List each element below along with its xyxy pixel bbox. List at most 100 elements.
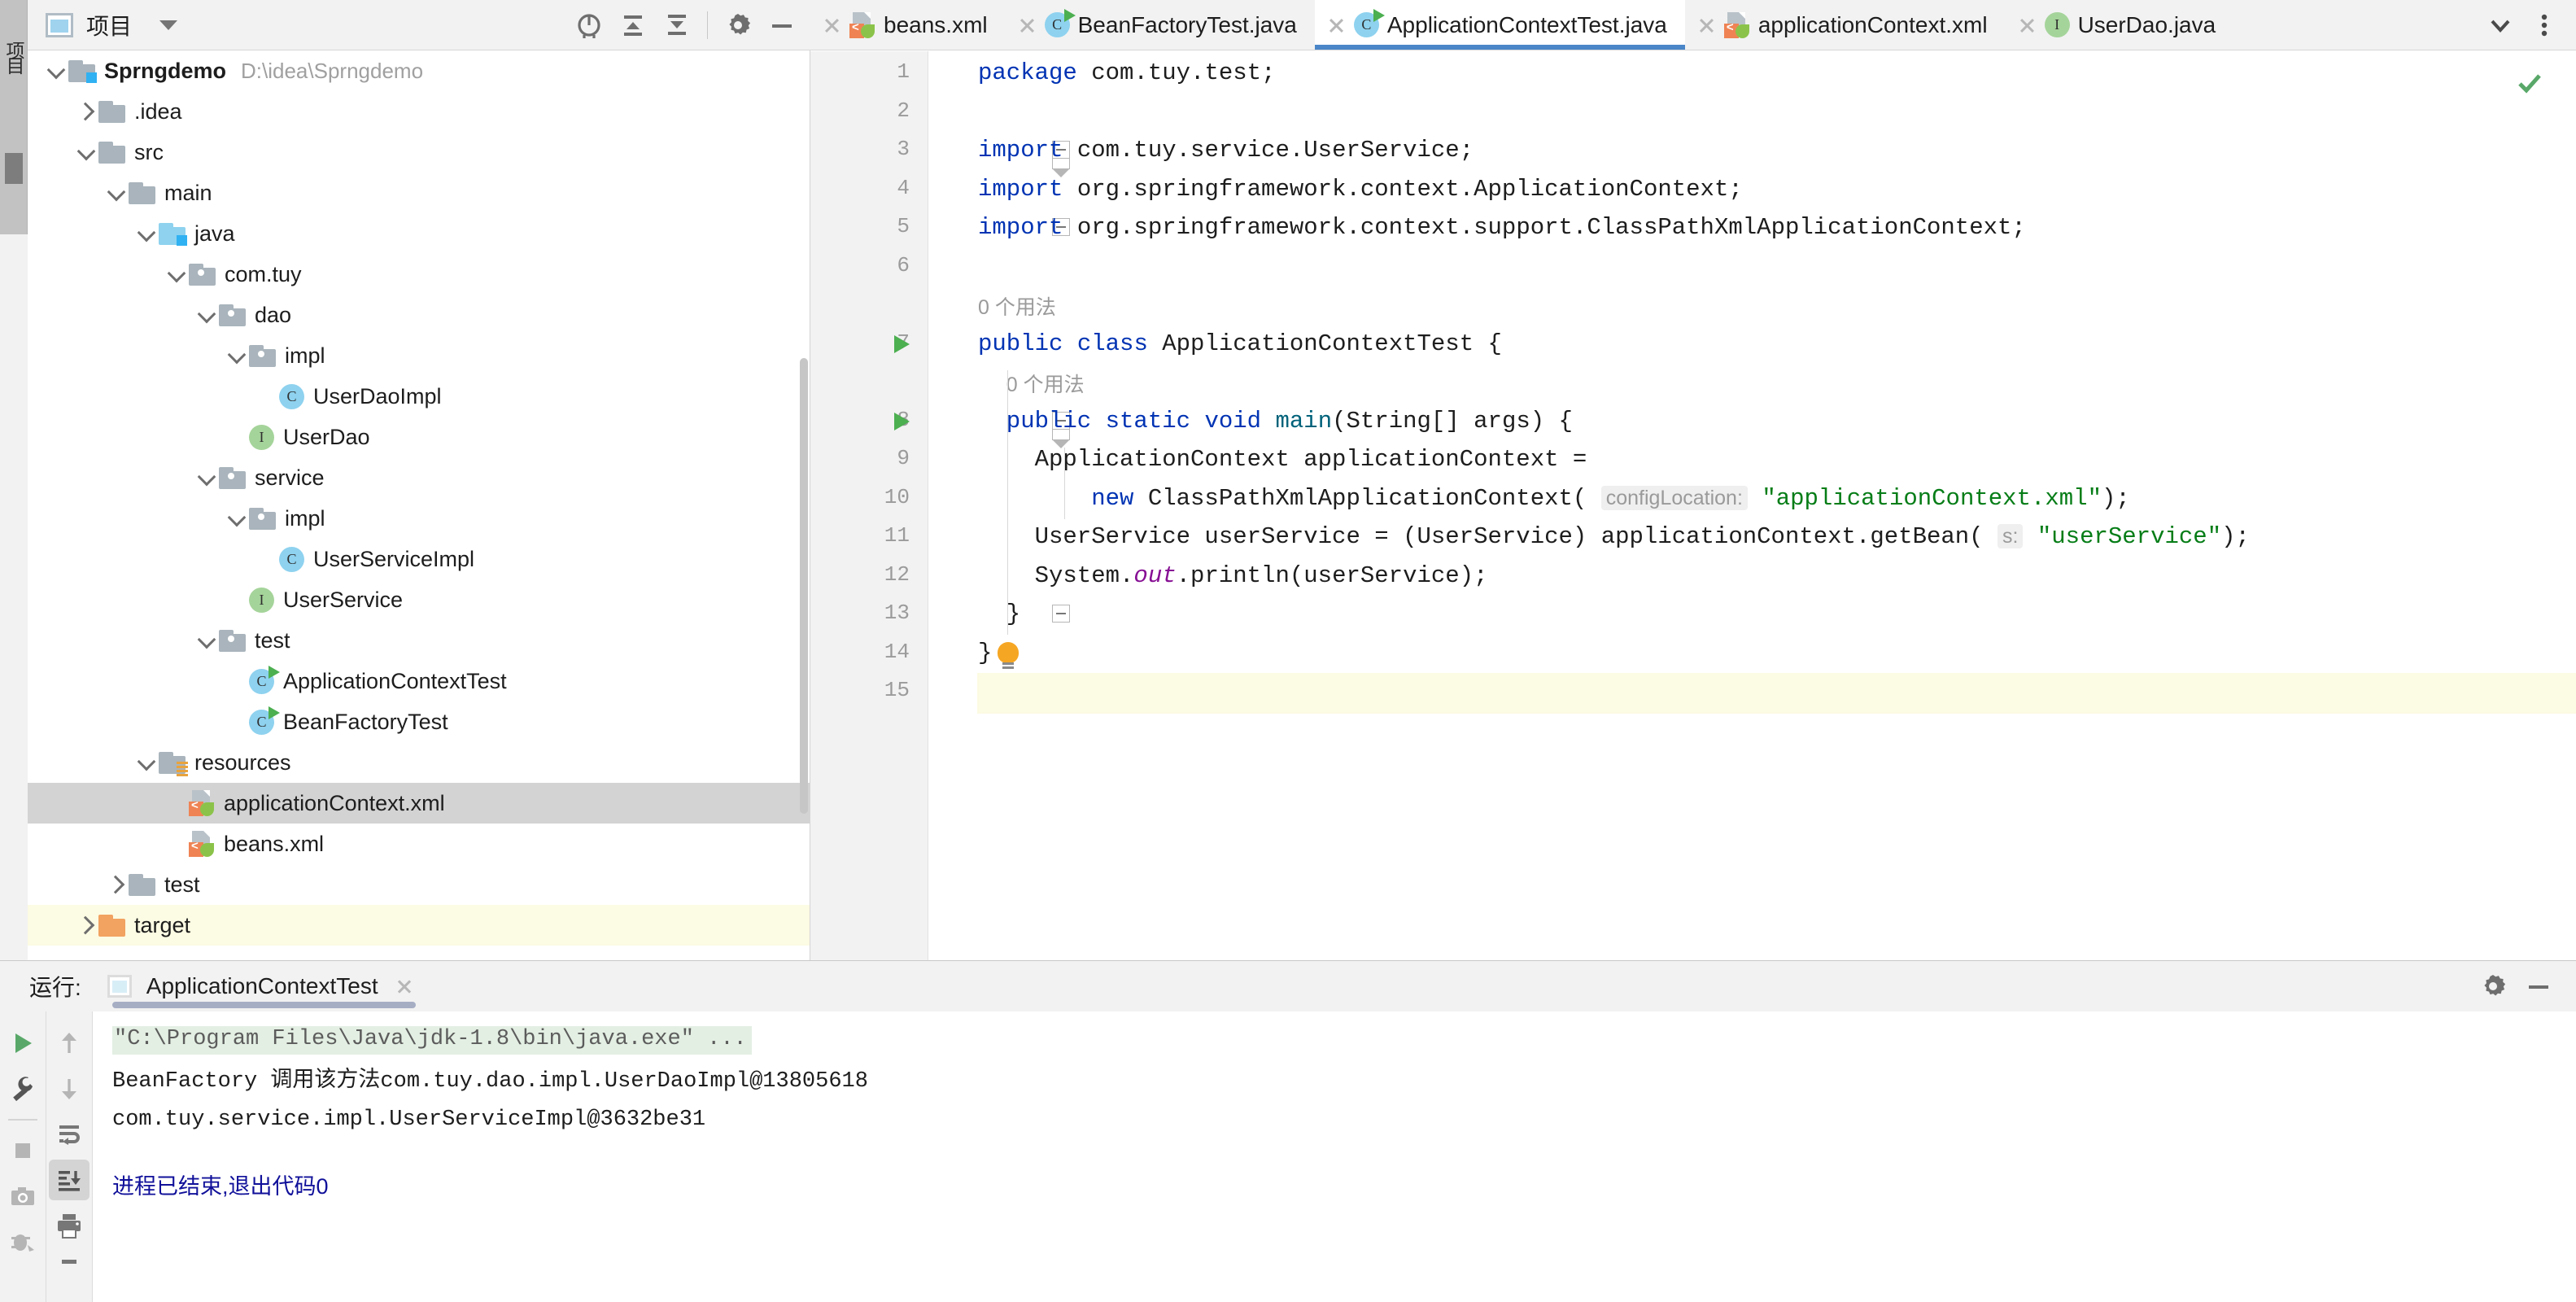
- tree-row-label: test: [255, 627, 290, 653]
- tree-row-applicationcontexttest[interactable]: C ApplicationContextTest: [28, 661, 810, 701]
- folder-source-icon: [159, 222, 187, 246]
- console-line-normal: BeanFactory 调用该方法com.tuy.dao.impl.UserDa…: [112, 1069, 868, 1094]
- code-line-14: }: [978, 639, 993, 666]
- tool-strip-knob[interactable]: [5, 153, 23, 184]
- editor-fold-gutter[interactable]: [928, 51, 1070, 960]
- chevron-right-icon[interactable]: [106, 873, 129, 896]
- editor-gutter[interactable]: 1 2 3 4 5 6 7 8 9 10 11 12 13 14 15: [810, 51, 928, 960]
- project-tool-window-button[interactable]: 项目: [0, 3, 28, 109]
- debug-icon[interactable]: [2, 1221, 43, 1262]
- minimize-icon[interactable]: [2516, 963, 2561, 1009]
- close-icon[interactable]: [388, 970, 421, 1003]
- tree-row-dao[interactable]: dao: [28, 295, 810, 335]
- run-icon[interactable]: [2, 1023, 43, 1064]
- chevron-right-icon[interactable]: [76, 100, 98, 123]
- tree-row-test[interactable]: test: [28, 864, 810, 905]
- chevron-down-icon[interactable]: [106, 181, 129, 204]
- chevron-right-icon[interactable]: [76, 914, 98, 937]
- tree-row-service[interactable]: service: [28, 457, 810, 498]
- settings-gear-icon[interactable]: [716, 3, 760, 47]
- project-tree[interactable]: Sprngdemo D:\idea\Sprngdemo .idea src main ja…: [28, 50, 810, 960]
- keyword-public: public: [978, 330, 1063, 357]
- keyword-package: package: [978, 59, 1077, 86]
- tree-row-resources[interactable]: resources: [28, 742, 810, 783]
- code-text[interactable]: package com.tuy.test; import com.tuy.serv…: [978, 51, 2576, 960]
- run-console-output[interactable]: "C:\Program Files\Java\jdk-1.8\bin\java.…: [93, 1011, 2576, 1302]
- intention-bulb-icon[interactable]: [998, 641, 1019, 670]
- close-icon[interactable]: [1318, 7, 1354, 43]
- spring-xml-icon: [1723, 11, 1750, 38]
- keyword-import: import: [978, 175, 1063, 203]
- tree-row--idea[interactable]: .idea: [28, 91, 810, 132]
- tree-row-userservice[interactable]: I UserService: [28, 579, 810, 620]
- editor-tab-applicationcontext-xml[interactable]: applicationContext.xml: [1685, 0, 2006, 50]
- editor-tab-applicationcontexttest-java[interactable]: C ApplicationContextTest.java: [1314, 0, 1685, 50]
- print-icon[interactable]: [49, 1205, 90, 1246]
- chevron-down-icon[interactable]: [196, 304, 219, 326]
- editor-tab-userdao-java[interactable]: I UserDao.java: [2006, 0, 2234, 50]
- close-icon[interactable]: [1688, 7, 1724, 43]
- chevron-down-icon[interactable]: [226, 344, 249, 367]
- tree-row-com-tuy[interactable]: com.tuy: [28, 254, 810, 295]
- tree-row-impl[interactable]: impl: [28, 335, 810, 376]
- scroll-to-end-icon[interactable]: [49, 1160, 90, 1200]
- editor-tab-beanfactorytest-java[interactable]: C BeanFactoryTest.java: [1006, 0, 1315, 50]
- tree-row-applicationcontext-xml[interactable]: applicationContext.xml: [28, 783, 810, 824]
- tree-row-userdaoimpl[interactable]: C UserDaoImpl: [28, 376, 810, 417]
- tree-row-main[interactable]: main: [28, 173, 810, 213]
- tree-row-label: impl: [285, 343, 325, 368]
- tree-row-sprngdemo[interactable]: Sprngdemo D:\idea\Sprngdemo: [28, 50, 810, 91]
- stop-icon[interactable]: [2, 1130, 43, 1171]
- settings-gear-icon[interactable]: [2470, 963, 2516, 1009]
- expand-down-icon[interactable]: [655, 3, 699, 47]
- chevron-down-icon[interactable]: [76, 141, 98, 164]
- spring-xml-icon: [189, 790, 215, 816]
- close-icon[interactable]: [2009, 7, 2045, 43]
- project-tree-scrollbar[interactable]: [800, 358, 808, 814]
- soft-wrap-icon[interactable]: [49, 1114, 90, 1155]
- chevron-down-icon[interactable]: [196, 629, 219, 652]
- run-gutter-icon[interactable]: [894, 334, 910, 353]
- chevron-down-icon[interactable]: [196, 466, 219, 489]
- code-editor[interactable]: 1 2 3 4 5 6 7 8 9 10 11 12 13 14 15 package com.tuy.te…: [810, 51, 2576, 960]
- chevron-down-icon[interactable]: [46, 59, 68, 82]
- keyword-static: static: [1105, 407, 1191, 435]
- tree-row-impl[interactable]: impl: [28, 498, 810, 539]
- run-gutter-icon[interactable]: [894, 412, 910, 430]
- tree-row-userdao[interactable]: I UserDao: [28, 417, 810, 457]
- tree-row-java[interactable]: java: [28, 213, 810, 254]
- more-vertical-icon[interactable]: [2522, 3, 2566, 47]
- arrow-up-icon[interactable]: [49, 1023, 90, 1064]
- tree-row-test[interactable]: test: [28, 620, 810, 661]
- tree-row-beanfactorytest[interactable]: C BeanFactoryTest: [28, 701, 810, 742]
- tree-row-target[interactable]: target: [28, 905, 810, 946]
- collapse-up-icon[interactable]: [611, 3, 655, 47]
- editor-tab-beans-xml[interactable]: beans.xml: [810, 0, 1006, 50]
- chevron-down-icon[interactable]: [166, 263, 189, 286]
- arrow-down-icon[interactable]: [49, 1068, 90, 1109]
- tree-row-userserviceimpl[interactable]: C UserServiceImpl: [28, 539, 810, 579]
- run-configuration-tab[interactable]: ApplicationContextTest: [104, 961, 424, 1011]
- tree-row-src[interactable]: src: [28, 132, 810, 173]
- tree-row-beans-xml[interactable]: beans.xml: [28, 824, 810, 864]
- run-config-icon: [107, 975, 132, 998]
- console-line-wrapper: BeanFactory 调用该方法com.tuy.dao.impl.UserDa…: [112, 1069, 2576, 1108]
- close-icon[interactable]: [814, 7, 849, 43]
- chevron-down-icon[interactable]: [226, 507, 249, 530]
- chevron-down-icon[interactable]: [136, 222, 159, 245]
- wrench-icon[interactable]: [2, 1068, 43, 1109]
- close-icon[interactable]: [1009, 7, 1045, 43]
- chevron-down-icon[interactable]: [2478, 3, 2522, 47]
- code-line-13: }: [1006, 601, 1021, 627]
- minimize-icon[interactable]: [760, 3, 804, 47]
- chevron-down-icon[interactable]: [136, 751, 159, 774]
- line-number: 2: [897, 98, 910, 123]
- camera-icon[interactable]: [2, 1176, 43, 1217]
- pin-icon[interactable]: [49, 1251, 90, 1291]
- locate-icon[interactable]: [567, 3, 611, 47]
- folder-icon: [98, 141, 125, 164]
- ok-check-icon[interactable]: [2516, 69, 2543, 103]
- chevron-down-icon[interactable]: [159, 20, 178, 30]
- tree-row-label: java: [194, 221, 235, 246]
- idea-window: 项目 项目 Sprngdemo D:\idea\Sprngdemo .idea …: [0, 0, 2576, 1302]
